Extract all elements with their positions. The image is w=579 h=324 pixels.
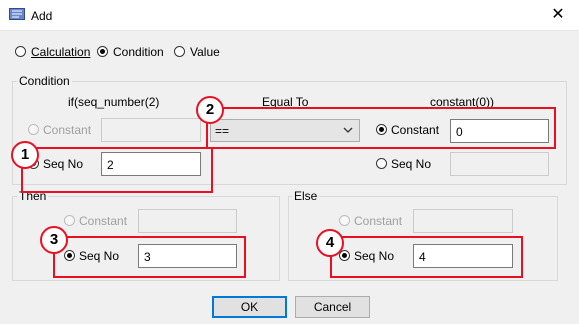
then-constant-label: Constant	[79, 214, 128, 228]
condition-group-title: Condition	[17, 74, 72, 88]
close-icon[interactable]: ✕	[543, 3, 573, 27]
value-label[interactable]: Value	[190, 45, 220, 59]
value-radio[interactable]	[174, 46, 185, 57]
callout-box-left-seqno	[21, 147, 213, 193]
else-constant-input[interactable]	[413, 209, 513, 233]
condition-label[interactable]: Condition	[113, 45, 164, 59]
title-bar: Add ✕	[0, 0, 579, 31]
app-icon	[9, 8, 25, 20]
right-seqno-radio[interactable]	[376, 158, 387, 169]
ok-button[interactable]: OK	[212, 296, 287, 318]
condition-radio[interactable]	[97, 46, 108, 57]
right-seqno-label: Seq No	[391, 157, 432, 171]
then-constant-input[interactable]	[138, 209, 237, 233]
callout-badge-2: 2	[196, 96, 224, 124]
calculation-radio[interactable]	[15, 46, 26, 57]
callout-box-else-seqno	[330, 236, 523, 278]
cancel-button[interactable]: Cancel	[295, 296, 370, 318]
left-constant-input[interactable]	[101, 118, 201, 142]
callout-box-then-seqno	[53, 236, 246, 278]
left-constant-label: Constant	[43, 123, 92, 137]
calculation-label[interactable]: Calculation	[31, 45, 90, 59]
else-group-title: Else	[292, 189, 320, 203]
then-constant-radio[interactable]	[64, 215, 75, 226]
right-seqno-input[interactable]	[450, 152, 549, 176]
callout-badge-4: 4	[316, 229, 344, 257]
condition-left-header: if(seq_number(2)	[68, 95, 160, 109]
left-constant-radio[interactable]	[28, 124, 39, 135]
window-title: Add	[31, 9, 53, 23]
else-constant-label: Constant	[354, 214, 403, 228]
callout-badge-3: 3	[40, 226, 68, 254]
else-constant-radio[interactable]	[339, 215, 350, 226]
callout-badge-1: 1	[11, 141, 39, 169]
callout-box-right-operand	[206, 107, 556, 149]
